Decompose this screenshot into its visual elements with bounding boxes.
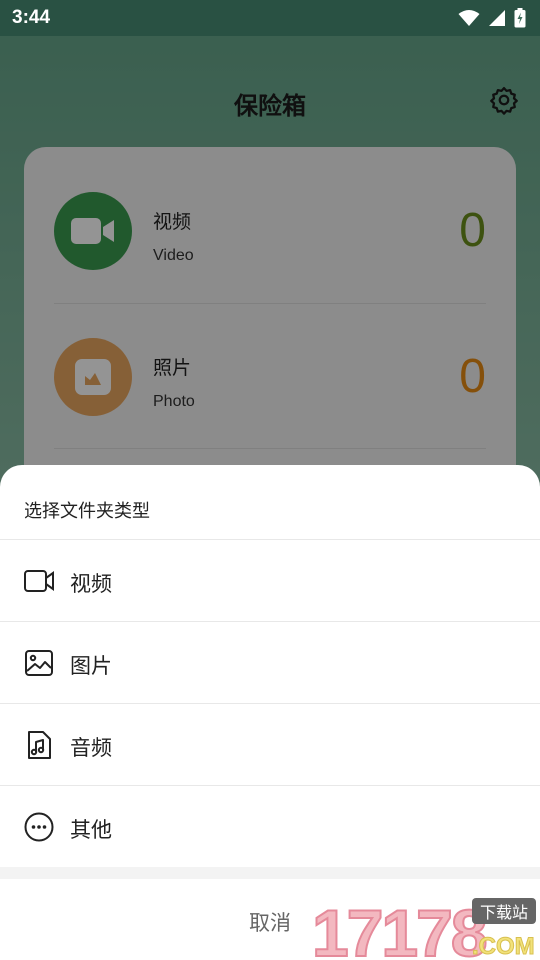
option-image[interactable]: 图片	[0, 622, 540, 704]
svg-text:17178: 17178	[312, 896, 486, 960]
sheet-title: 选择文件夹类型	[24, 501, 150, 522]
more-circle-icon	[24, 812, 54, 842]
battery-charging-icon	[514, 8, 526, 28]
status-icons	[458, 8, 526, 28]
option-label: 音频	[70, 736, 112, 760]
status-bar: 3:44	[0, 0, 540, 36]
svg-text:.COM: .COM	[472, 933, 535, 960]
svg-text:下载站: 下载站	[480, 903, 528, 922]
option-label: 其他	[70, 818, 112, 842]
signal-icon	[488, 9, 506, 27]
option-label: 图片	[70, 654, 112, 678]
status-time: 3:44	[12, 7, 51, 28]
image-icon	[24, 648, 54, 678]
wifi-icon	[458, 9, 480, 27]
option-audio[interactable]: 音频	[0, 704, 540, 786]
music-file-icon	[24, 730, 54, 760]
option-video[interactable]: 视频	[0, 540, 540, 622]
watermark-logo: 17178 下载站 .COM	[311, 894, 538, 960]
option-other[interactable]: 其他	[0, 786, 540, 868]
option-label: 视频	[70, 572, 112, 596]
sheet-separator	[0, 867, 540, 879]
folder-type-sheet: 选择文件夹类型 视频 图片 音频 其他 取消	[0, 465, 540, 960]
video-camera-icon	[24, 566, 54, 596]
